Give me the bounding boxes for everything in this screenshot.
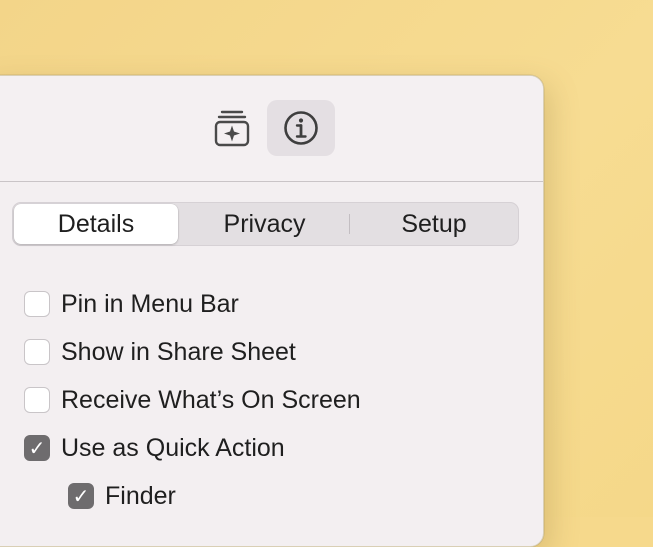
shortcut-details-window: Details Privacy Setup Pin in Menu Bar Sh… (0, 75, 544, 547)
checkmark-icon: ✓ (72, 484, 90, 508)
option-finder[interactable]: ✓ Finder (68, 480, 176, 512)
use-as-quick-action-checkbox[interactable]: ✓ (24, 435, 50, 461)
option-use-as-quick-action[interactable]: ✓ Use as Quick Action (24, 432, 285, 464)
use-as-quick-action-label: Use as Quick Action (61, 433, 285, 462)
info-icon (283, 110, 319, 146)
tab-privacy-label: Privacy (223, 209, 306, 238)
details-segmented-control: Details Privacy Setup (12, 202, 519, 246)
pin-in-menu-bar-checkbox[interactable] (24, 291, 50, 317)
tab-setup-label: Setup (401, 209, 467, 238)
receive-whats-on-screen-label: Receive What’s On Screen (61, 385, 361, 414)
tab-privacy[interactable]: Privacy (180, 204, 349, 244)
window-toolbar (0, 76, 543, 182)
segment-divider (349, 214, 350, 234)
tab-details[interactable]: Details (14, 204, 178, 244)
show-in-share-sheet-checkbox[interactable] (24, 339, 50, 365)
option-pin-in-menu-bar[interactable]: Pin in Menu Bar (24, 288, 239, 320)
finder-label: Finder (105, 481, 176, 510)
info-button[interactable] (267, 100, 335, 156)
show-in-share-sheet-label: Show in Share Sheet (61, 337, 296, 366)
gallery-sparkle-icon (213, 108, 251, 148)
pin-in-menu-bar-label: Pin in Menu Bar (61, 289, 239, 318)
receive-whats-on-screen-checkbox[interactable] (24, 387, 50, 413)
checkmark-icon: ✓ (28, 436, 46, 460)
tab-setup[interactable]: Setup (351, 204, 517, 244)
tab-details-label: Details (57, 209, 135, 238)
finder-checkbox[interactable]: ✓ (68, 483, 94, 509)
option-show-in-share-sheet[interactable]: Show in Share Sheet (24, 336, 296, 368)
gallery-button[interactable] (198, 100, 266, 156)
option-receive-whats-on-screen[interactable]: Receive What’s On Screen (24, 384, 361, 416)
